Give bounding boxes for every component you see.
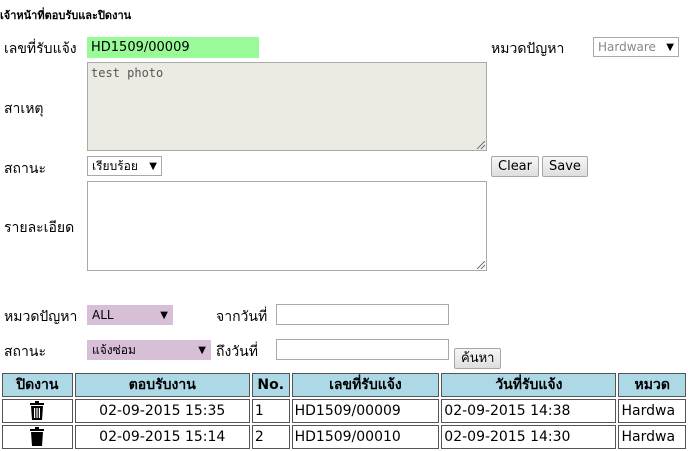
status-select-value: เรียบร้อย [92, 159, 138, 173]
ticket-label: เลขที่รับแจ้ง [4, 41, 77, 57]
filter-category-label: หมวดปัญหา [4, 309, 78, 325]
ticket-field[interactable]: HD1509/00009 [87, 37, 259, 58]
date-cell: 02-09-2015 14:38 [441, 399, 617, 423]
filter-category-value: ALL [92, 308, 114, 322]
detail-label: รายละเอียด [4, 220, 75, 236]
accepted-cell: 02-09-2015 15:35 [74, 399, 250, 423]
detail-textarea[interactable] [87, 181, 487, 271]
clear-button[interactable]: Clear [491, 156, 539, 177]
chevron-down-icon: ▼ [198, 345, 206, 356]
category-select-value: Hardware [598, 40, 656, 54]
cause-textarea[interactable]: test photo [87, 62, 487, 151]
table-row: 02-09-2015 15:35 1 HD1509/00009 02-09-20… [2, 399, 686, 423]
col-no: No. [251, 373, 290, 397]
chevron-down-icon: ▼ [160, 310, 168, 321]
trash-icon[interactable] [29, 401, 45, 421]
col-ticket: เลขที่รับแจ้ง [291, 373, 440, 397]
filter-category-select[interactable]: ALL ▼ [87, 305, 173, 325]
chevron-down-icon: ▼ [149, 161, 157, 172]
page-title: เจ้าหน้าที่ตอบรับและปิดงาน [0, 9, 132, 22]
cause-text: test photo [91, 66, 164, 80]
from-date-input[interactable] [276, 304, 449, 325]
close-job-cell [2, 425, 73, 449]
trash-icon[interactable] [29, 427, 45, 447]
ticket-cell[interactable]: HD1509/00010 [291, 425, 440, 449]
tickets-table: ปิดงาน ตอบรับงาน No. เลขที่รับแจ้ง วันที… [0, 371, 688, 451]
filter-status-value: แจ้งซ่อม [92, 343, 136, 357]
col-category: หมวด [618, 373, 686, 397]
col-date: วันที่รับแจ้ง [441, 373, 617, 397]
category-cell: Hardwa [618, 425, 686, 449]
resize-grip-icon[interactable] [477, 141, 485, 149]
chevron-down-icon: ▼ [666, 42, 674, 53]
save-button[interactable]: Save [542, 156, 588, 177]
ticket-cell[interactable]: HD1509/00009 [291, 399, 440, 423]
date-cell: 02-09-2015 14:30 [441, 425, 617, 449]
category-label: หมวดปัญหา [491, 41, 565, 57]
cause-label: สาเหตุ [4, 101, 44, 117]
status-label: สถานะ [4, 161, 46, 177]
from-date-label: จากวันที่ [216, 309, 268, 325]
search-button[interactable]: ค้นหา [454, 348, 502, 369]
category-cell: Hardwa [618, 399, 686, 423]
no-cell: 1 [251, 399, 290, 423]
col-accepted: ตอบรับงาน [74, 373, 250, 397]
filter-status-select[interactable]: แจ้งซ่อม ▼ [87, 340, 211, 360]
no-cell: 2 [251, 425, 290, 449]
accepted-cell: 02-09-2015 15:14 [74, 425, 250, 449]
table-row: 02-09-2015 15:14 2 HD1509/00010 02-09-20… [2, 425, 686, 449]
col-close-job: ปิดงาน [2, 373, 73, 397]
filter-status-label: สถานะ [4, 344, 46, 360]
close-job-cell [2, 399, 73, 423]
category-select[interactable]: Hardware ▼ [593, 37, 679, 57]
resize-grip-icon[interactable] [477, 261, 485, 269]
status-select[interactable]: เรียบร้อย ▼ [87, 156, 162, 176]
to-date-label: ถึงวันที่ [216, 344, 258, 360]
to-date-input[interactable] [276, 339, 449, 360]
table-header-row: ปิดงาน ตอบรับงาน No. เลขที่รับแจ้ง วันที… [2, 373, 686, 397]
